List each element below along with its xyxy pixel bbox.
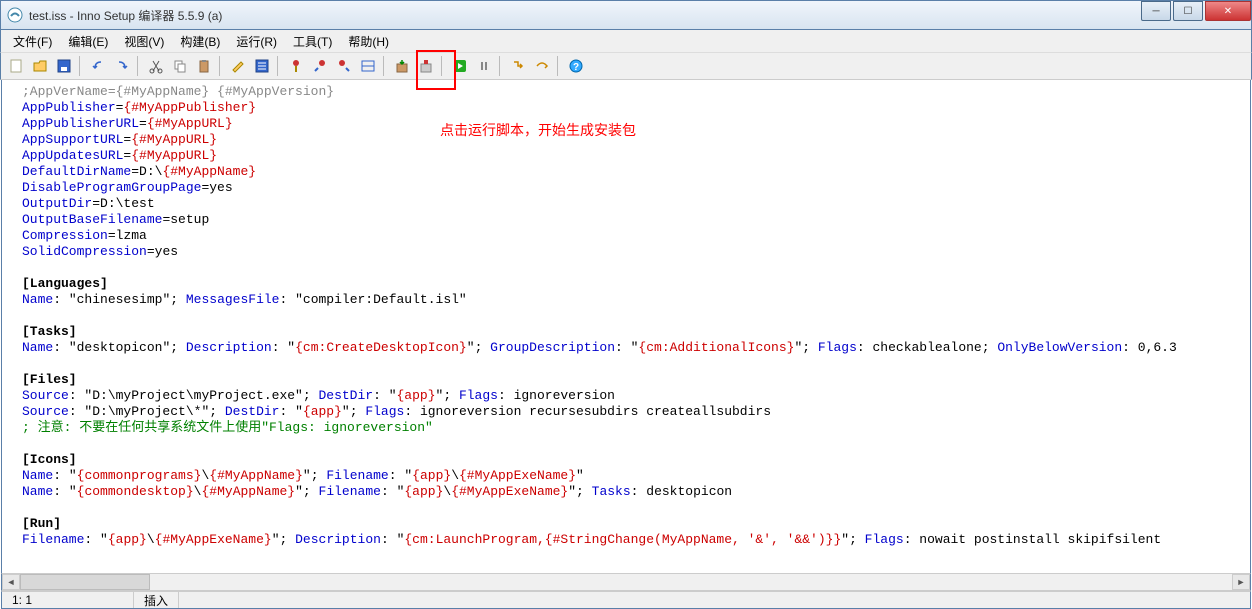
edit-button[interactable] [227,55,249,77]
toolbar-sep [383,56,387,76]
titlebar: test.iss - Inno Setup 编译器 5.5.9 (a) ─ ☐ … [0,0,1252,30]
step-into-button[interactable] [507,55,529,77]
toolbar-sep [219,56,223,76]
run-button[interactable] [449,55,471,77]
scroll-track[interactable] [20,574,1232,590]
scroll-left-arrow[interactable]: ◄ [2,574,20,590]
new-button[interactable] [5,55,27,77]
paste-button[interactable] [193,55,215,77]
open-button[interactable] [29,55,51,77]
maximize-button[interactable]: ☐ [1173,1,1203,21]
bookmark-button[interactable] [285,55,307,77]
cut-button[interactable] [145,55,167,77]
pause-button[interactable] [473,55,495,77]
svg-text:?: ? [573,62,579,73]
toolbar-sep [277,56,281,76]
statusbar: 1: 1 插入 [1,591,1251,609]
menu-build[interactable]: 构建(B) [172,31,228,52]
toolbar-sep [79,56,83,76]
window-title: test.iss - Inno Setup 编译器 5.5.9 (a) [29,7,222,24]
app-icon [7,7,23,23]
redo-button[interactable] [111,55,133,77]
help-button[interactable]: ? [565,55,587,77]
horizontal-scrollbar[interactable]: ◄ ► [1,573,1251,591]
stop-compile-button[interactable] [415,55,437,77]
menu-tools[interactable]: 工具(T) [285,31,340,52]
menu-run[interactable]: 运行(R) [228,31,285,52]
toolbar: ? [0,52,1252,80]
toolbar-sep [441,56,445,76]
step-over-button[interactable] [531,55,553,77]
status-mode: 插入 [134,592,179,608]
toolbar-sep [137,56,141,76]
status-position: 1: 1 [2,592,134,608]
close-button[interactable]: ✕ [1205,1,1251,21]
toolbar-sep [499,56,503,76]
menu-file[interactable]: 文件(F) [5,31,60,52]
scroll-thumb[interactable] [20,574,150,590]
compile-button[interactable] [391,55,413,77]
bookmark-next-button[interactable] [333,55,355,77]
scroll-right-arrow[interactable]: ► [1232,574,1250,590]
window-buttons: ─ ☐ ✕ [1139,1,1251,21]
copy-button[interactable] [169,55,191,77]
toolbar-sep [557,56,561,76]
save-button[interactable] [53,55,75,77]
select-all-button[interactable] [251,55,273,77]
undo-button[interactable] [87,55,109,77]
code-editor[interactable]: ;AppVerName={#MyAppName} {#MyAppVersion}… [1,80,1251,573]
show-output-button[interactable] [357,55,379,77]
minimize-button[interactable]: ─ [1141,1,1171,21]
bookmark-prev-button[interactable] [309,55,331,77]
menubar: 文件(F) 编辑(E) 视图(V) 构建(B) 运行(R) 工具(T) 帮助(H… [0,30,1252,52]
menu-view[interactable]: 视图(V) [116,31,172,52]
menu-edit[interactable]: 编辑(E) [60,31,116,52]
menu-help[interactable]: 帮助(H) [340,31,397,52]
code-content: ;AppVerName={#MyAppName} {#MyAppVersion}… [2,80,1250,552]
